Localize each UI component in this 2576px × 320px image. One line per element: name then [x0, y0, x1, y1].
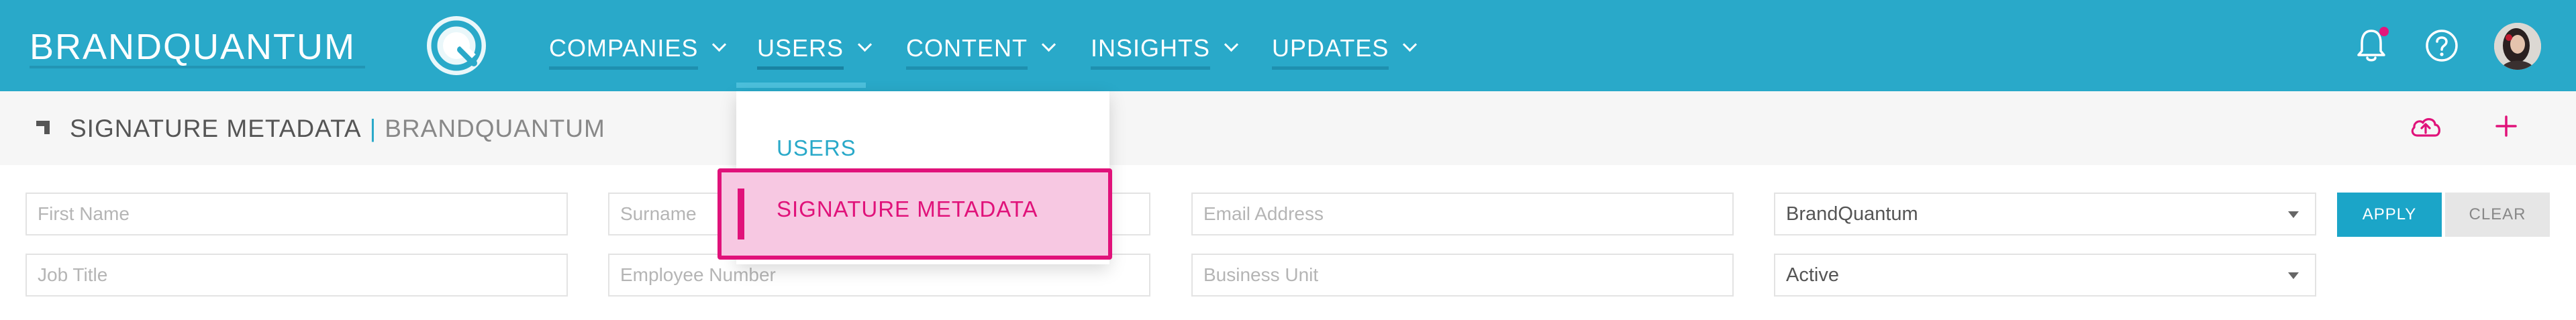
chevron-down-icon — [712, 37, 727, 52]
page-header: SIGNATURE METADATA | BRANDQUANTUM — [0, 91, 2576, 165]
corner-icon — [36, 121, 50, 134]
nav-content-label: CONTENT — [906, 34, 1028, 70]
brand-underline — [30, 66, 365, 68]
page-org-name: BRANDQUANTUM — [385, 115, 605, 142]
upload-button[interactable] — [2408, 110, 2443, 145]
help-icon — [2426, 30, 2458, 62]
nav-updates[interactable]: UPDATES — [1272, 34, 1418, 70]
nav-users-label: USERS — [757, 34, 844, 70]
upload-cloud-icon — [2411, 118, 2440, 137]
nav-users[interactable]: USERS — [757, 34, 873, 70]
chevron-down-icon — [857, 37, 873, 52]
chevron-down-icon — [1224, 37, 1239, 52]
caret-down-icon — [2288, 211, 2299, 218]
help-button[interactable] — [2420, 24, 2463, 67]
notifications-button[interactable] — [2350, 24, 2393, 67]
top-navbar: BRANDQUANTUM COMPANIES USERS CONTENT INS… — [0, 0, 2576, 91]
avatar[interactable] — [2494, 23, 2541, 70]
email-field[interactable] — [1191, 193, 1734, 235]
chevron-down-icon — [1041, 37, 1056, 52]
nav-updates-label: UPDATES — [1272, 34, 1389, 70]
job-title-field[interactable] — [26, 254, 568, 297]
company-select-value: BrandQuantum — [1786, 203, 1918, 225]
status-select[interactable]: Active — [1774, 254, 2316, 297]
title-separator: | — [369, 115, 377, 142]
brand-name[interactable]: BRANDQUANTUM — [30, 27, 356, 67]
nav-companies-label: COMPANIES — [549, 34, 699, 70]
active-marker — [738, 189, 744, 239]
first-name-field[interactable] — [26, 193, 568, 235]
chevron-down-icon — [1403, 37, 1418, 52]
apply-button[interactable]: APPLY — [2337, 193, 2442, 237]
nav-content[interactable]: CONTENT — [906, 34, 1056, 70]
plus-icon — [2495, 115, 2517, 137]
nav-insights[interactable]: INSIGHTS — [1091, 34, 1239, 70]
users-menu-indicator — [736, 83, 866, 88]
caret-down-icon — [2288, 272, 2299, 279]
nav-companies[interactable]: COMPANIES — [549, 34, 727, 70]
menu-item-signature-metadata[interactable]: SIGNATURE METADATA — [777, 197, 1038, 222]
menu-item-users[interactable]: USERS — [777, 136, 856, 161]
company-select[interactable]: BrandQuantum — [1774, 193, 2316, 235]
add-button[interactable] — [2491, 111, 2521, 141]
business-unit-field[interactable] — [1191, 254, 1734, 297]
brand-logo-icon[interactable] — [424, 13, 489, 78]
page-title: SIGNATURE METADATA | BRANDQUANTUM — [70, 114, 605, 144]
nav-insights-label: INSIGHTS — [1091, 34, 1211, 70]
user-avatar-icon — [2494, 23, 2541, 70]
status-select-value: Active — [1786, 264, 1839, 286]
page-title-text: SIGNATURE METADATA — [70, 115, 362, 142]
notification-badge — [2379, 27, 2389, 36]
clear-button[interactable]: CLEAR — [2445, 193, 2550, 237]
